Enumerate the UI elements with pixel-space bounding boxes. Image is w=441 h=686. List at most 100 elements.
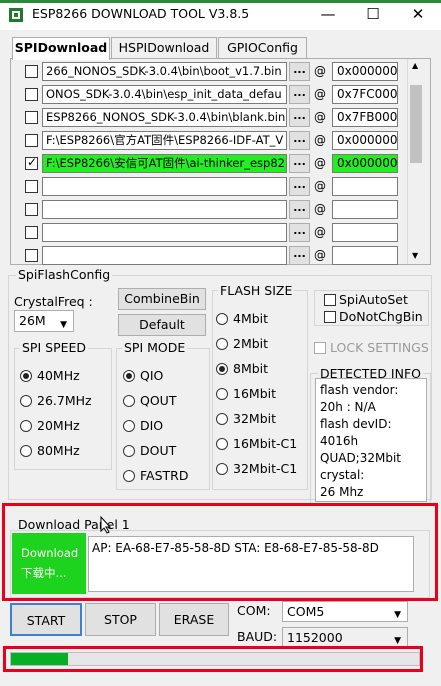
flash-radio[interactable] — [216, 388, 228, 400]
browse-file-button[interactable]: ... — [289, 62, 310, 81]
flash-radio[interactable] — [216, 463, 228, 475]
file-row-checkbox[interactable] — [25, 203, 38, 216]
detected-line: crystal: — [320, 468, 365, 482]
lock-settings-checkbox[interactable] — [314, 342, 326, 354]
file-path-input[interactable]: F:\ESP8266\安信可AT固件\ai-thinker_esp82 — [42, 154, 287, 173]
offset-input[interactable]: 0x7FB000 — [332, 108, 398, 127]
tab-hspidownload[interactable]: HSPIDownload — [111, 37, 217, 59]
file-row-checkbox[interactable]: ✓ — [25, 155, 38, 170]
tab-spidownload[interactable]: SPIDownload — [12, 37, 110, 60]
browse-file-button[interactable]: ... — [289, 85, 310, 104]
browse-file-button[interactable]: ... — [289, 154, 310, 173]
browse-file-button[interactable]: ... — [289, 246, 310, 265]
start-button[interactable]: START — [10, 603, 82, 636]
file-row-checkbox[interactable] — [25, 88, 38, 101]
offset-input[interactable]: 0x000000 — [332, 154, 398, 173]
mouse-cursor-icon — [100, 516, 112, 534]
file-path-input[interactable]: F:\ESP8266\官方AT固件\ESP8266-IDF-AT_V — [42, 131, 287, 150]
crystal-freq-label: CrystalFreq : — [14, 294, 93, 309]
progress-highlight — [3, 646, 423, 672]
mode-radio[interactable] — [123, 395, 135, 407]
do-not-chg-bin-checkbox[interactable] — [324, 311, 336, 323]
detected-line: flash vendor: — [320, 383, 399, 397]
file-row-checkbox[interactable] — [25, 111, 38, 124]
flash-option-label: 16Mbit-C1 — [233, 436, 298, 451]
detected-line: 20h : N/A — [320, 400, 376, 414]
file-row-checkbox[interactable] — [25, 134, 38, 147]
minimize-button[interactable]: — — [305, 2, 351, 28]
file-path-input[interactable] — [42, 200, 287, 219]
offset-input[interactable] — [332, 223, 398, 242]
file-row-checkbox[interactable] — [25, 180, 38, 193]
spi-speed-label: SPI SPEED — [20, 340, 89, 355]
speed-radio[interactable] — [20, 395, 32, 407]
combine-bin-button[interactable]: CombineBin — [118, 288, 206, 310]
erase-button[interactable]: ERASE — [159, 603, 229, 636]
browse-file-button[interactable]: ... — [289, 108, 310, 127]
offset-input[interactable] — [332, 200, 398, 219]
speed-option-label: 40MHz — [37, 368, 80, 383]
flash-radio[interactable] — [216, 413, 228, 425]
speed-radio[interactable] — [20, 445, 32, 457]
at-symbol: @ — [314, 87, 326, 101]
baud-select[interactable]: 1152000 ▼ — [282, 627, 408, 648]
offset-input[interactable] — [332, 246, 398, 265]
crystal-freq-select[interactable]: 26M ▼ — [14, 310, 74, 332]
maximize-button[interactable]: ☐ — [350, 2, 396, 28]
file-row-checkbox[interactable] — [25, 226, 38, 239]
default-button[interactable]: Default — [118, 314, 206, 336]
mode-radio[interactable] — [123, 370, 135, 382]
offset-input[interactable]: 0x000000 — [332, 131, 398, 150]
mode-radio[interactable] — [123, 445, 135, 457]
file-list-scrollbar[interactable]: ▲ ▼ — [407, 59, 424, 264]
spi-auto-set-label: SpiAutoSet — [339, 292, 408, 307]
offset-input[interactable]: 0x7FC000 — [332, 85, 398, 104]
file-path-input[interactable] — [42, 223, 287, 242]
mode-option-label: QOUT — [140, 393, 177, 408]
at-symbol: @ — [314, 225, 326, 239]
mode-radio[interactable] — [123, 470, 135, 482]
tab-gpioconfig[interactable]: GPIOConfig — [218, 37, 307, 59]
detected-line: QUAD;32Mbit — [320, 451, 401, 465]
com-select[interactable]: COM5 ▼ — [282, 601, 408, 622]
flash-radio[interactable] — [216, 313, 228, 325]
stop-button[interactable]: STOP — [85, 603, 156, 636]
file-path-input[interactable]: ESP8266_NONOS_SDK-3.0.4\bin\blank.bin — [42, 108, 287, 127]
scroll-down-icon[interactable]: ▼ — [412, 251, 418, 260]
scroll-up-icon[interactable]: ▲ — [412, 61, 418, 70]
browse-file-button[interactable]: ... — [289, 223, 310, 242]
browse-file-button[interactable]: ... — [289, 177, 310, 196]
file-path-input[interactable] — [42, 246, 287, 265]
at-symbol: @ — [314, 156, 326, 170]
speed-radio[interactable] — [20, 370, 32, 382]
browse-file-button[interactable]: ... — [289, 131, 310, 150]
browse-file-button[interactable]: ... — [289, 200, 310, 219]
flash-radio[interactable] — [216, 438, 228, 450]
file-row-checkbox[interactable] — [25, 249, 38, 262]
download-panel-highlight — [2, 503, 438, 601]
flash-option-label: 4Mbit — [233, 311, 269, 326]
file-path-input[interactable]: 266_NONOS_SDK-3.0.4\bin\boot_v1.7.bin — [42, 62, 287, 81]
spi-mode-label: SPI MODE — [122, 340, 188, 355]
flash-radio[interactable] — [216, 363, 228, 375]
mode-radio[interactable] — [123, 420, 135, 432]
at-symbol: @ — [314, 179, 326, 193]
file-path-input[interactable]: ONOS_SDK-3.0.4\bin\esp_init_data_defau — [42, 85, 287, 104]
speed-radio[interactable] — [20, 420, 32, 432]
speed-option-label: 80MHz — [37, 443, 80, 458]
offset-input[interactable]: 0x000000 — [332, 62, 398, 81]
scroll-thumb[interactable] — [410, 85, 422, 163]
offset-input[interactable] — [332, 177, 398, 196]
mode-option-label: FASTRD — [140, 468, 189, 483]
close-button[interactable]: ✕ — [395, 2, 441, 28]
baud-label: BAUD: — [237, 629, 278, 644]
file-row-checkbox[interactable] — [25, 65, 38, 78]
spi-flash-config-label: SpiFlashConfig — [16, 267, 113, 282]
baud-value: 1152000 — [287, 630, 343, 645]
speed-option-label: 20MHz — [37, 418, 80, 433]
window-title: ESP8266 DOWNLOAD TOOL V3.8.5 — [32, 6, 250, 21]
at-symbol: @ — [314, 110, 326, 124]
file-path-input[interactable] — [42, 177, 287, 196]
flash-radio[interactable] — [216, 338, 228, 350]
spi-auto-set-checkbox[interactable] — [324, 294, 336, 306]
